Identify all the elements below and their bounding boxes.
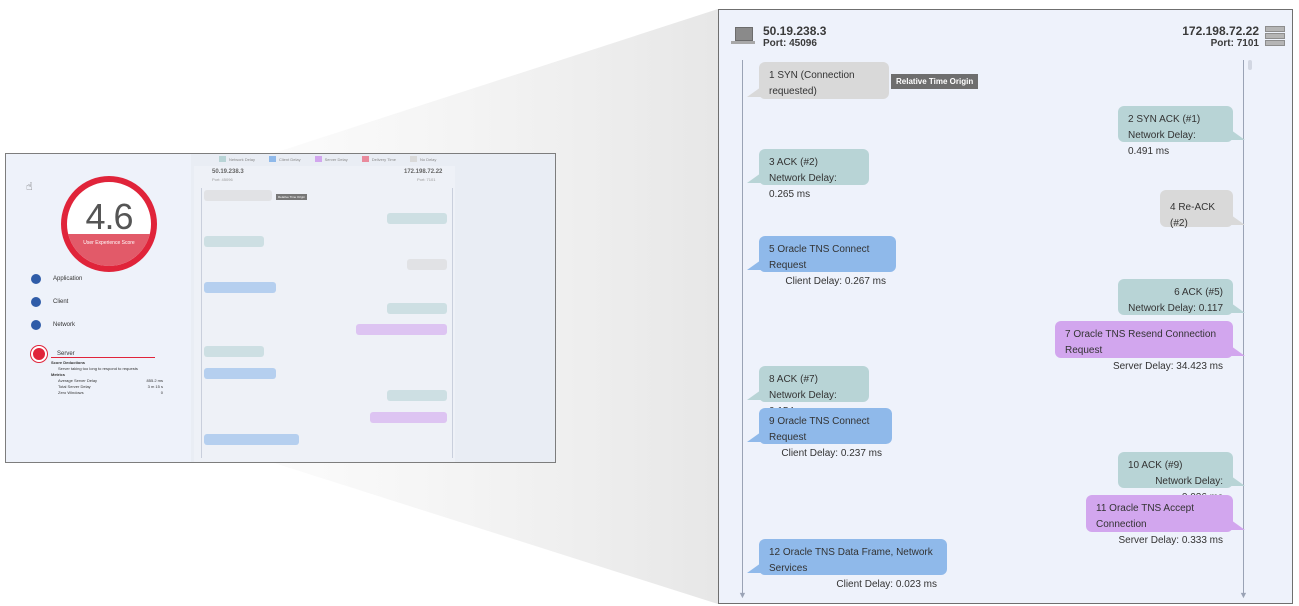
status-dot-icon [31,274,41,284]
user-experience-score-gauge: 4.6 User Experience Score [61,176,157,272]
mini-relative-time-tag: Relative Time Origin [276,194,308,200]
mini-client-host: 50.19.238.3 [212,169,244,175]
hand-cursor-icon: ☝ [26,181,33,193]
legend: Network Delay Client Delay Server Delay … [219,156,444,162]
metric-value: 0 [160,390,163,395]
category-network[interactable]: Network [31,320,75,330]
message-bubble[interactable]: 8 ACK (#7) Network Delay: 0.154 ms [747,366,869,417]
mini-server-port: Port: 7101 [417,177,436,182]
status-dot-icon [31,320,41,330]
message-bubble[interactable]: 1 SYN (Connection requested) [747,62,889,99]
status-dot-icon [31,297,41,307]
computer-icon [735,27,753,41]
mini-client-port: Port: 45096 [212,177,233,182]
metric-label: Average Server Delay [58,378,98,383]
metrics-title: Metrics [51,372,66,377]
message-bubble[interactable]: 7 Oracle TNS Resend Connection Request S… [1055,321,1245,372]
server-icon [1265,26,1285,46]
thumbnail-flow-diagram: Network Delay Client Delay Server Delay … [191,154,555,462]
message-bubble[interactable]: 4 Re-ACK (#2) [1160,190,1245,229]
message-bubble[interactable]: 11 Oracle TNS Accept Connection Server D… [1086,495,1245,546]
computer-stand-icon [731,41,755,44]
message-bubble[interactable]: 6 ACK (#5) Network Delay: 0.117 ms [1118,279,1245,330]
server-port: Port: 7101 [1210,38,1259,49]
mini-server-host: 172.198.72.22 [404,169,443,175]
metric-value: 855.2 ms [146,378,163,383]
category-client[interactable]: Client [31,297,68,307]
arrow-down-icon: ▼ [738,590,747,600]
message-bubble[interactable]: 9 Oracle TNS Connect Request Client Dela… [747,408,892,459]
metric-label: Zero Windows [58,390,84,395]
scrollbar-thumb[interactable] [1248,60,1252,70]
message-bubble[interactable]: 10 ACK (#9) Network Delay: 0.026 ms [1118,452,1245,503]
client-host: 50.19.238.3 [763,24,827,38]
deduction-item: Server taking too long to respond to req… [58,366,138,371]
message-bubble[interactable]: 3 ACK (#2) Network Delay: 0.265 ms [747,149,869,200]
arrow-down-icon: ▼ [1239,590,1248,600]
client-port: Port: 45096 [763,38,817,49]
score-label: User Experience Score [83,240,135,246]
thumbnail-dashboard: ☝ 4.6 User Experience Score Application … [5,153,556,463]
client-timeline [742,60,743,595]
server-host: 172.198.72.22 [1182,24,1259,38]
flow-diagram-panel: 50.19.238.3 Port: 45096 172.198.72.22 Po… [718,9,1293,604]
legend-item: No Delay [409,156,436,162]
metric-label: Total Server Delay [58,384,91,389]
server-timeline [1243,60,1244,595]
status-dot-icon [31,346,47,362]
message-bubble[interactable]: 12 Oracle TNS Data Frame, Network Servic… [747,539,947,590]
legend-item: Network Delay [219,156,255,162]
score-value: 4.6 [85,196,133,237]
legend-item: Server Delay [314,156,348,162]
message-bubble[interactable]: 5 Oracle TNS Connect Request Client Dela… [747,236,896,287]
relative-time-origin-tag: Relative Time Origin [891,74,979,89]
metric-value: 3 m 15 s [147,384,163,389]
legend-item: Delivery Time [361,156,396,162]
score-deductions-title: Score Deductions [51,360,86,365]
legend-item: Client Delay [269,156,301,162]
category-application[interactable]: Application [31,274,82,284]
message-bubble[interactable]: 2 SYN ACK (#1) Network Delay: 0.491 ms [1118,106,1245,157]
